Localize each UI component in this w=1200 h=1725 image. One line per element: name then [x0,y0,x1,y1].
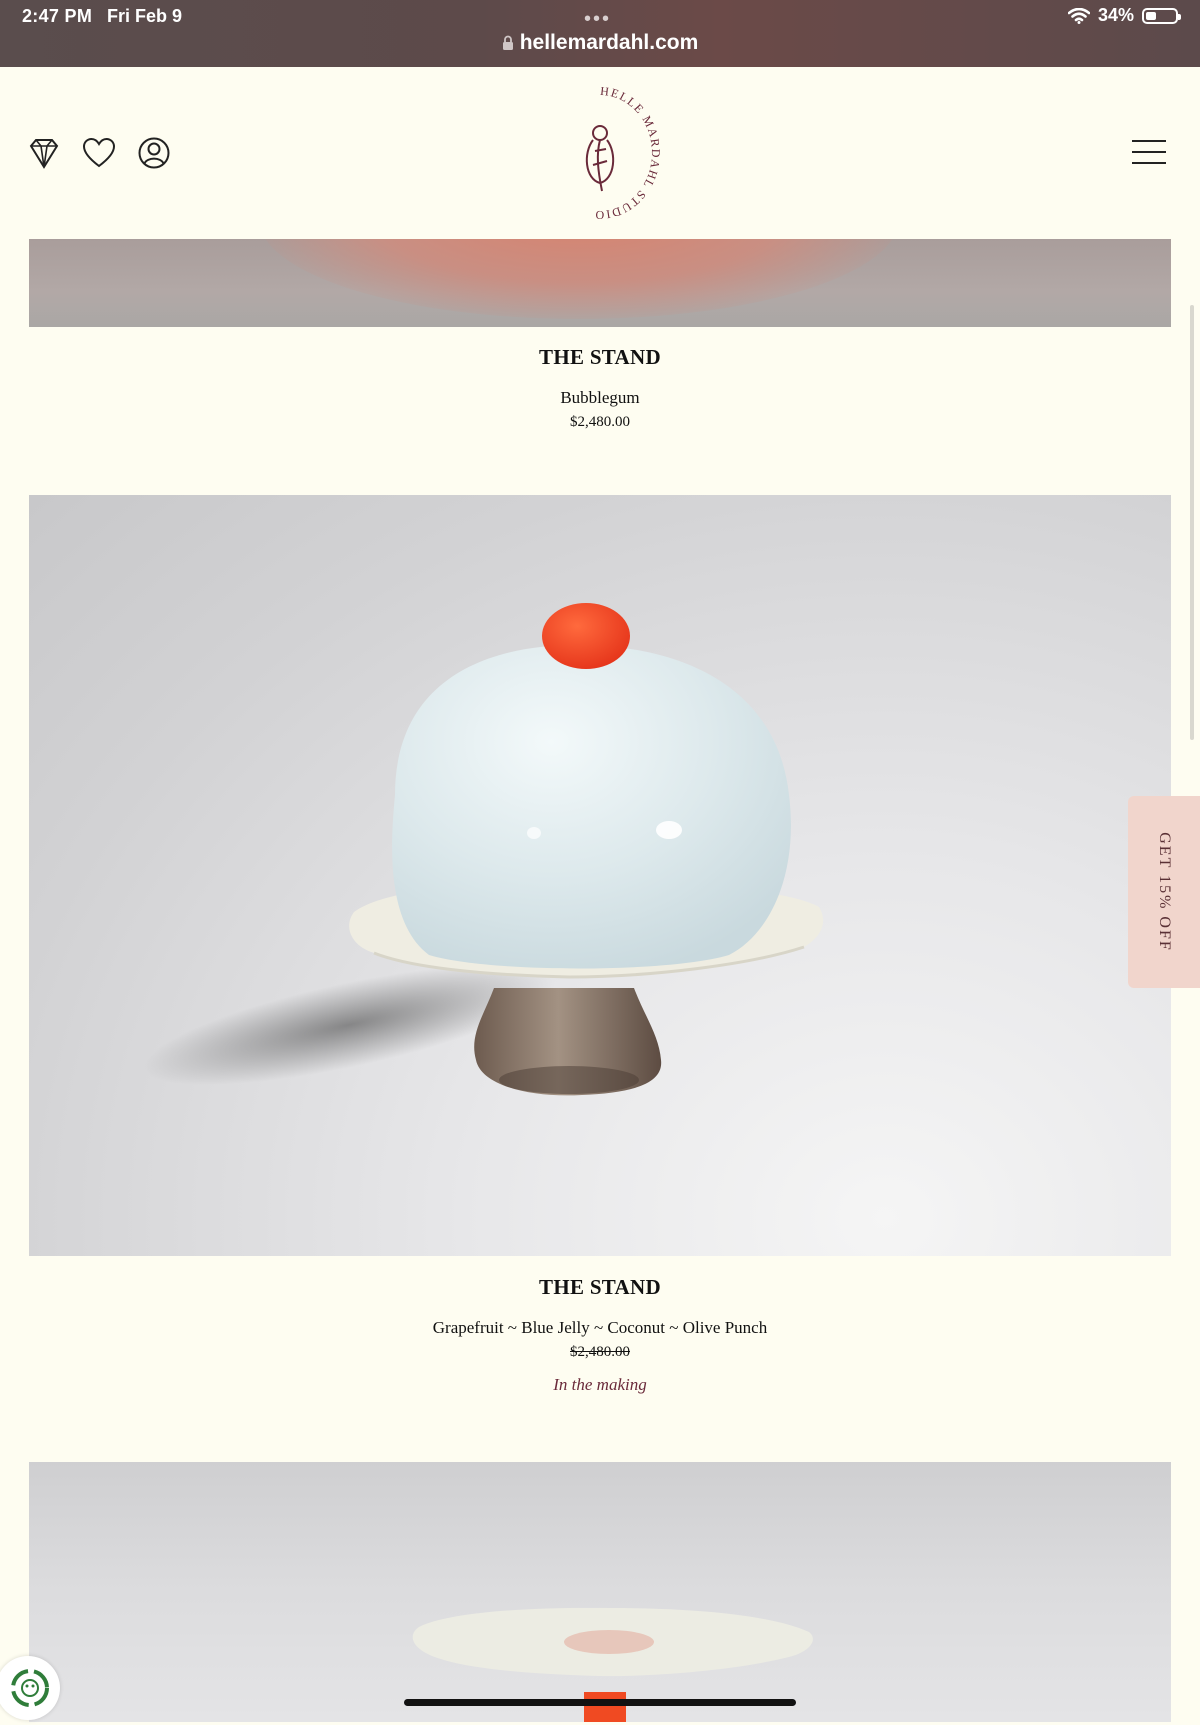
menu-button[interactable] [1132,140,1166,164]
product-image-bubblegum[interactable] [29,239,1171,327]
heart-icon[interactable] [82,136,116,170]
discount-label: GET 15% OFF [1156,832,1173,952]
menu-icon [1132,140,1166,142]
wifi-icon [1067,7,1090,24]
product-title[interactable]: THE STAND [29,345,1171,370]
battery-percent: 34% [1097,5,1134,25]
brand-logo[interactable]: HELLE MARDAHL STUDIO [540,83,660,223]
product-price: $2,480.00 [570,1344,630,1360]
battery-icon [1142,7,1181,24]
home-indicator[interactable] [404,1699,796,1706]
status-time: 2:47 PM [22,6,93,26]
product-price: $2,480.00 [570,414,630,430]
product-variant: Grapefruit ~ Blue Jelly ~ Coconut ~ Oliv… [432,1318,768,1337]
cake-stand-illustration [143,603,824,1096]
lock-icon [502,35,513,50]
url-text: hellemardahl.com [519,31,699,54]
plate-stand-illustration [412,1607,813,1722]
product-card[interactable]: THE STAND Bubblegum $2,480.00 [29,345,1171,431]
diamond-icon[interactable] [27,136,61,170]
scrollbar[interactable] [1190,305,1194,740]
status-right: 34% [1067,5,1181,26]
status-bar: 2:47 PM Fri Feb 9 ••• 34% hellemardahl.c… [0,0,1200,67]
site-header: HELLE MARDAHL STUDIO [0,67,1200,239]
multitasking-dots-icon[interactable]: ••• [584,8,611,31]
discount-tab[interactable]: GET 15% OFF [1128,796,1200,988]
product-variant: Bubblegum [560,388,640,407]
address-bar[interactable]: hellemardahl.com [0,31,1200,55]
product-status: In the making [553,1375,647,1394]
product-card[interactable]: THE STAND Grapefruit ~ Blue Jelly ~ Coco… [29,1275,1171,1395]
status-date: Fri Feb 9 [107,6,183,26]
user-icon[interactable] [137,136,171,170]
product-title[interactable]: THE STAND [29,1275,1171,1300]
recycle-icon [11,1669,49,1707]
eco-badge[interactable] [0,1656,60,1720]
product-image-cake-stand[interactable] [29,495,1171,1256]
product-image-plate-stand[interactable] [29,1462,1171,1722]
svg-text:HELLE MARDAHL STUDIO: HELLE MARDAHL STUDIO [594,84,660,222]
